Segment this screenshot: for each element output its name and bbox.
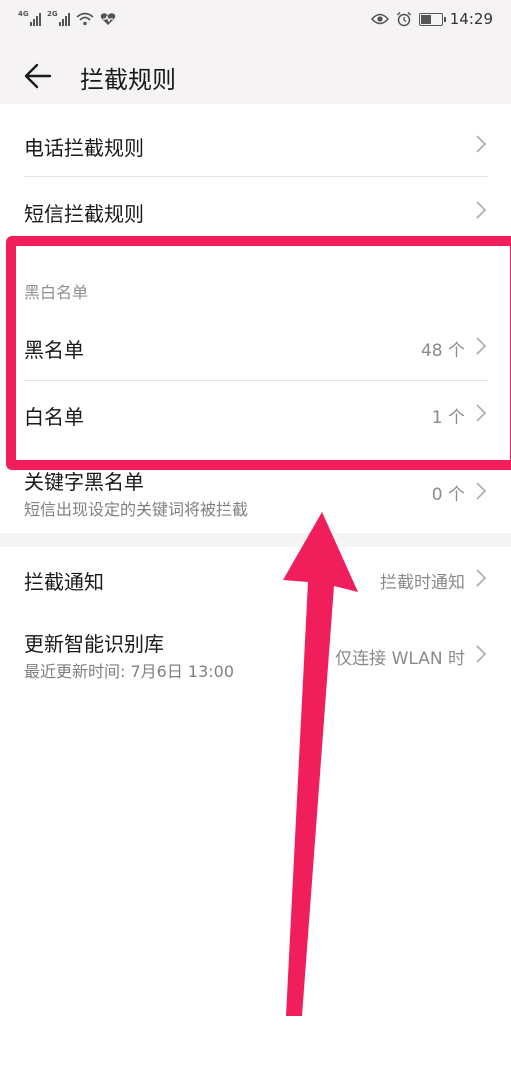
list-item-whitelist[interactable]: 白名单 1 个	[0, 381, 511, 447]
intercept-notify-label: 拦截通知	[24, 570, 104, 594]
section-title-blackwhite: 黑白名单	[24, 283, 89, 302]
battery-level-fill	[420, 14, 432, 24]
arrow-left-icon[interactable]	[22, 60, 54, 92]
call-rules-label: 电话拦截规则	[24, 136, 144, 160]
whitelist-label: 白名单	[24, 405, 84, 429]
status-time: 14:29	[449, 10, 493, 28]
chevron-right-icon	[476, 482, 487, 500]
keyword-blacklist-description: 短信出现设定的关键词将被拦截	[24, 500, 249, 519]
keyword-blacklist-label: 关键字黑名单	[24, 470, 144, 494]
list-item-keyword-blacklist[interactable]: 关键字黑名单 短信出现设定的关键词将被拦截 0 个	[0, 458, 511, 528]
signal-sim2-icon: 2G	[47, 10, 70, 26]
update-library-label: 更新智能识别库	[24, 632, 164, 656]
health-heart-icon	[100, 13, 116, 25]
update-library-value: 仅连接 WLAN 时	[335, 649, 465, 669]
keyword-blacklist-count: 0 个	[431, 485, 465, 505]
update-library-last-updated: 最近更新时间: 7月6日 13:00	[24, 662, 235, 681]
list-item-update-library[interactable]: 更新智能识别库 最近更新时间: 7月6日 13:00 仅连接 WLAN 时	[0, 618, 511, 694]
sim1-network-label: 4G	[18, 10, 29, 18]
blacklist-count: 48 个	[420, 341, 465, 361]
page-title: 拦截规则	[80, 66, 176, 94]
sms-rules-label: 短信拦截规则	[24, 202, 144, 226]
chevron-right-icon	[476, 201, 487, 219]
status-left: 4G 2G	[18, 10, 116, 26]
status-bar: 4G 2G 14:29	[0, 0, 511, 44]
app-bar: 拦截规则	[0, 48, 511, 104]
chevron-right-icon	[476, 569, 487, 587]
signal-sim1-icon: 4G	[18, 10, 41, 26]
whitelist-count: 1 个	[431, 408, 465, 428]
blacklist-label: 黑名单	[24, 338, 84, 362]
battery-icon	[418, 12, 446, 26]
chevron-right-icon	[476, 645, 487, 663]
list-item-blacklist[interactable]: 黑名单 48 个	[0, 314, 511, 380]
section-gap	[0, 533, 511, 547]
intercept-notify-value: 拦截时通知	[380, 573, 465, 593]
chevron-right-icon	[476, 404, 487, 422]
list-item-sms-rules[interactable]: 短信拦截规则	[0, 177, 511, 243]
wifi-icon	[76, 12, 94, 26]
eye-comfort-icon	[370, 13, 389, 25]
list-item-call-rules[interactable]: 电话拦截规则	[0, 110, 511, 176]
alarm-icon	[396, 11, 411, 27]
sim2-network-label: 2G	[47, 10, 58, 18]
status-right: 14:29	[370, 10, 493, 28]
list-item-intercept-notify[interactable]: 拦截通知 拦截时通知	[0, 547, 511, 611]
chevron-right-icon	[476, 337, 487, 355]
chevron-right-icon	[476, 135, 487, 153]
